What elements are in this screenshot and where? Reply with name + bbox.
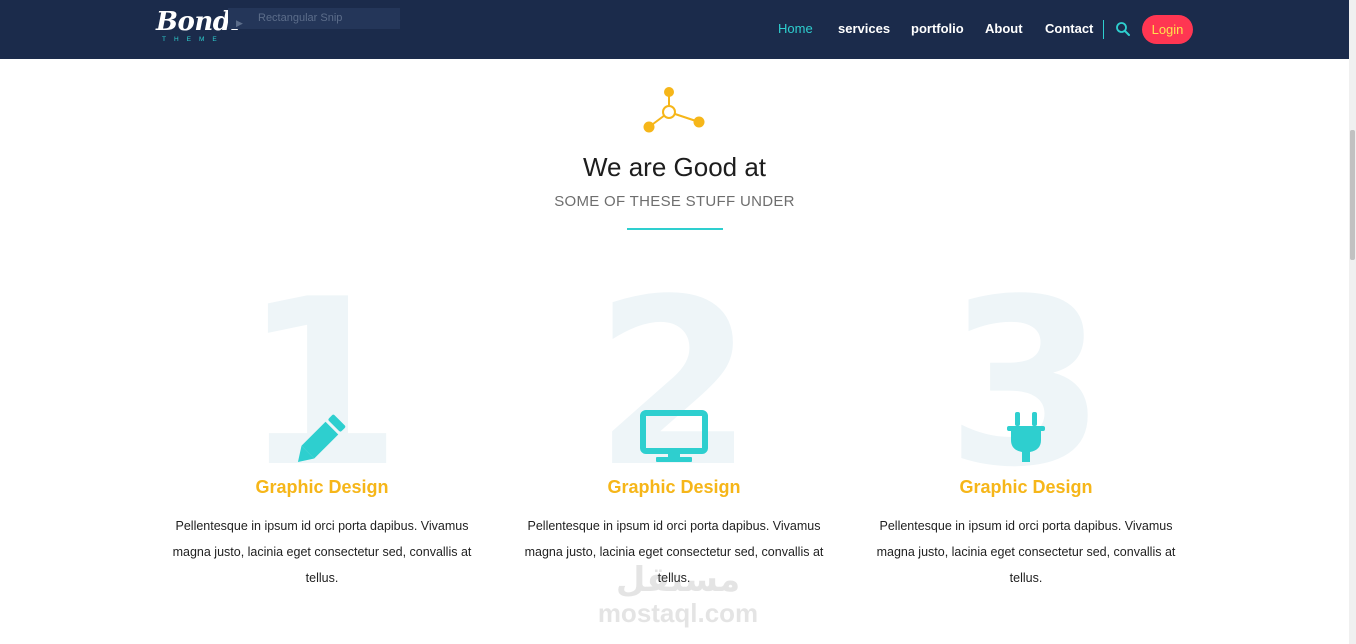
service-card-2: 2 Graphic Design Pellentesque in ipsum i… [509,270,839,600]
service-title: Graphic Design [607,477,741,497]
section-divider [627,228,723,230]
logo-script: Bondi [156,7,240,37]
page-scrollbar[interactable] [1349,0,1356,644]
logo-subtitle: THEME [162,36,225,43]
tooltip-bullet-icon: ▶ [236,18,243,28]
nav-contact[interactable]: Contact [1045,21,1093,36]
nav-services[interactable]: services [838,21,890,36]
network-icon [641,86,707,136]
service-card-3: 3 Graphic Design Pellentesque in ipsum i… [861,270,1191,600]
nav-portfolio[interactable]: portfolio [911,21,964,36]
service-title: Graphic Design [959,477,1093,497]
section-title: We are Good at [582,152,767,182]
service-description: Pellentesque in ipsum id orci porta dapi… [876,519,1176,585]
service-description: Pellentesque in ipsum id orci porta dapi… [172,519,472,585]
section-subtitle: SOME OF THESE STUFF UNDER [554,193,795,210]
tooltip-label: Rectangular Snip [258,12,343,24]
service-title: Graphic Design [255,477,389,497]
monitor-icon [634,410,714,466]
navbar: Bondi THEME ▶ Rectangular Snip Home serv… [0,0,1349,59]
watermark-arabic: مستقل [615,560,741,600]
watermark: مستقل mostaql.com [588,560,768,640]
nav-home[interactable]: Home [778,21,813,36]
scrollbar-thumb[interactable] [1350,130,1355,260]
watermark-latin: mostaql.com [597,598,759,628]
plug-icon [986,410,1066,466]
login-button[interactable]: Login [1142,15,1193,44]
nav-divider [1103,20,1104,39]
service-card-1: 1 Graphic Design Pellentesque in ipsum i… [157,270,487,600]
pencil-icon [282,410,362,466]
search-icon[interactable] [1115,21,1131,37]
nav-about[interactable]: About [985,21,1023,36]
snip-tooltip: ▶ Rectangular Snip [228,8,400,29]
brand-logo[interactable]: Bondi THEME [156,7,240,50]
